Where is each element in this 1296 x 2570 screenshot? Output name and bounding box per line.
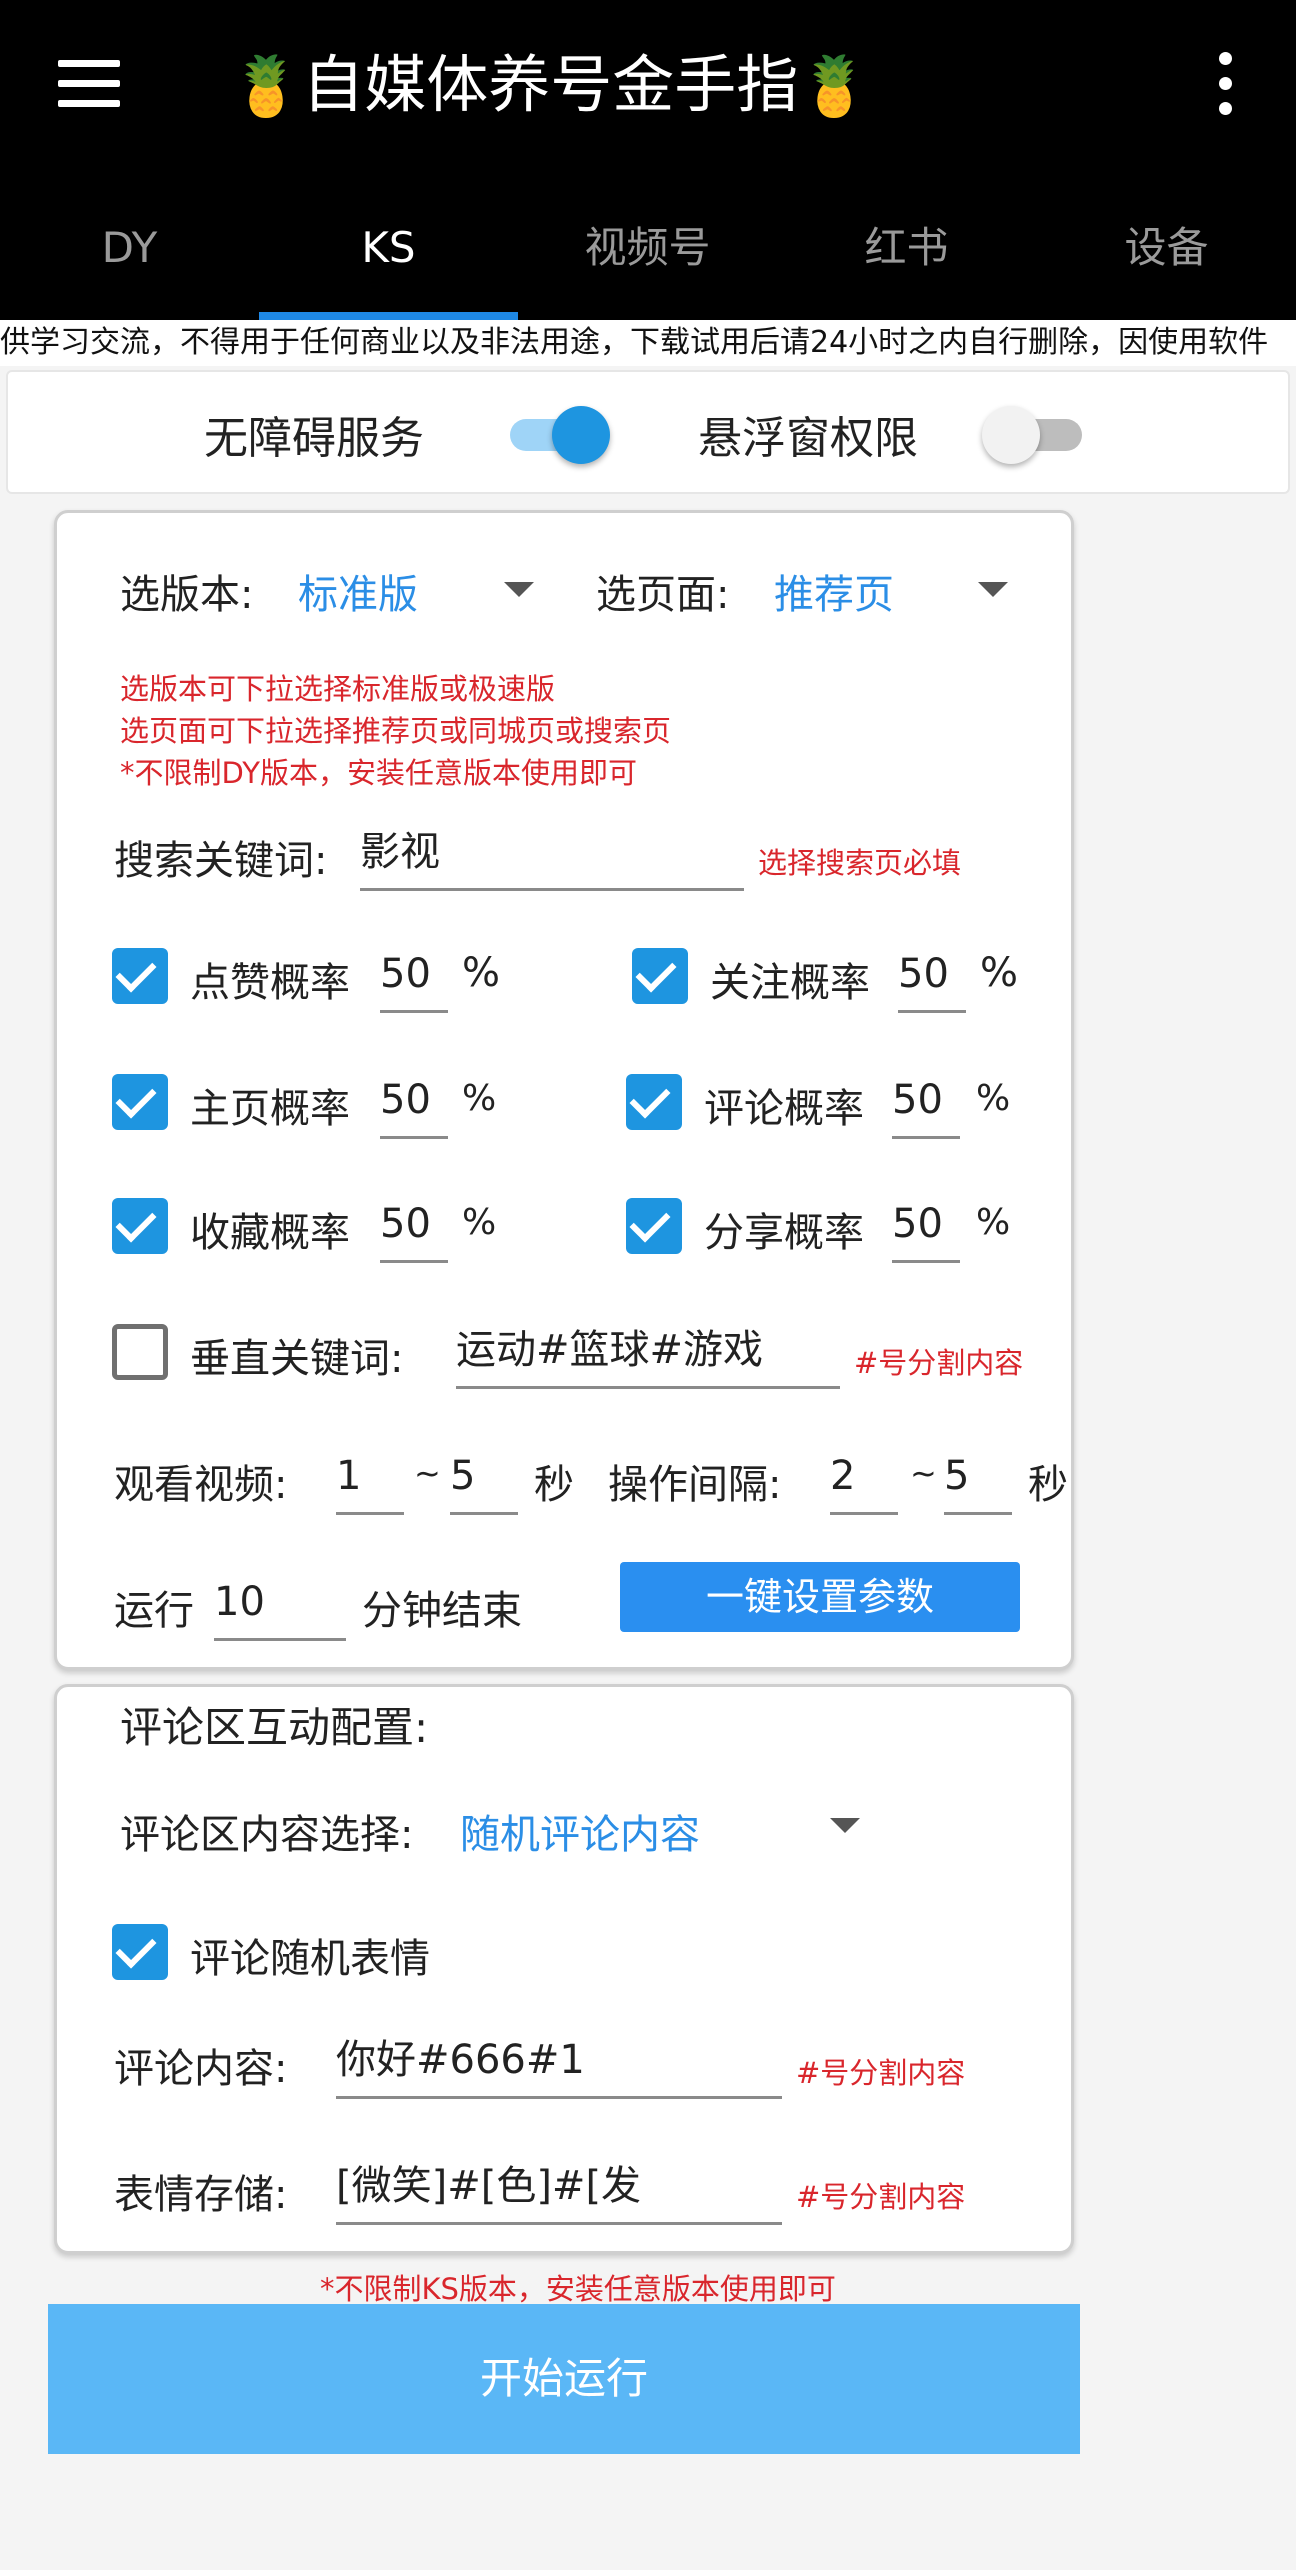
version-label: 选版本: [120,572,254,618]
watch-max-input[interactable]: 5 [450,1446,518,1515]
search-keyword-hint: 选择搜索页必填 [758,846,962,880]
percent-label: % [462,1202,497,1243]
note-dy-version: *不限制DY版本，安装任意版本使用即可 [120,756,637,790]
like-probability-label: 点赞概率 [190,960,350,1006]
page-label: 选页面: [596,572,730,618]
overlay-switch[interactable] [982,406,1086,464]
comment-probability-checkbox[interactable] [626,1074,682,1130]
pineapple-icon: 🍍 [230,52,303,120]
disclaimer-marquee: 供学习交流，不得用于任何商业以及非法用途，下载试用后请24小时之内自行删除，因使… [0,320,1296,366]
tab-video-account[interactable]: 视频号 [518,200,777,320]
interval-label: 操作间隔: [608,1462,782,1508]
tab-red-book[interactable]: 红书 [777,200,1036,320]
run-prefix-label: 运行 [114,1588,194,1634]
tilde-separator: ~ [414,1454,441,1492]
profile-probability-checkbox[interactable] [112,1074,168,1130]
tab-indicator [259,312,518,320]
search-keyword-label: 搜索关键词: [114,838,328,884]
random-emoji-checkbox[interactable] [112,1924,168,1980]
vertical-keyword-label: 垂直关键词: [190,1336,404,1382]
page-select[interactable]: 推荐页 [774,562,894,620]
like-probability-checkbox[interactable] [112,948,168,1004]
comment-content-input[interactable]: 你好#666#1 [336,2030,782,2099]
random-emoji-label: 评论随机表情 [190,1936,430,1982]
tab-device[interactable]: 设备 [1037,200,1296,320]
share-probability-checkbox[interactable] [626,1198,682,1254]
one-click-setup-button[interactable]: 一键设置参数 [620,1562,1020,1632]
emoji-storage-input[interactable]: [微笑]#[色]#[发 [336,2156,782,2225]
vertical-keyword-hint: #号分割内容 [854,1346,1024,1380]
comment-probability-input[interactable]: 50 [892,1070,960,1139]
emoji-storage-label: 表情存储: [114,2172,288,2218]
interval-min-input[interactable]: 2 [830,1446,898,1515]
interval-max-input[interactable]: 5 [944,1446,1012,1515]
ks-version-note: *不限制KS版本，安装任意版本使用即可 [320,2272,836,2306]
emoji-storage-hint: #号分割内容 [796,2180,966,2214]
follow-probability-checkbox[interactable] [632,948,688,1004]
percent-label: % [462,1078,497,1119]
tilde-separator: ~ [910,1454,937,1492]
search-keyword-input[interactable]: 影视 [360,822,744,891]
comment-probability-label: 评论概率 [704,1086,864,1132]
comment-content-select-label: 评论区内容选择: [120,1812,414,1858]
note-page: 选页面可下拉选择推荐页或同城页或搜索页 [120,714,672,748]
version-dropdown-icon[interactable] [504,582,534,597]
share-probability-label: 分享概率 [704,1210,864,1256]
page-dropdown-icon[interactable] [978,582,1008,597]
overlay-label: 悬浮窗权限 [698,413,918,464]
start-run-button[interactable]: 开始运行 [48,2304,1080,2454]
version-select[interactable]: 标准版 [298,562,418,620]
run-minutes-input[interactable]: 10 [214,1572,346,1641]
permissions-card: 无障碍服务 悬浮窗权限 [6,370,1290,494]
comment-content-dropdown-icon[interactable] [830,1818,860,1833]
watch-video-label: 观看视频: [114,1462,288,1508]
favorite-probability-label: 收藏概率 [190,1210,350,1256]
percent-label: % [462,950,501,996]
comment-content-select[interactable]: 随机评论内容 [460,1802,700,1860]
accessibility-label: 无障碍服务 [204,413,424,464]
app-title: 🍍自媒体养号金手指🍍 [230,40,930,130]
percent-label: % [980,950,1019,996]
app-bar: 🍍自媒体养号金手指🍍 DY KS 视频号 红书 设备 [0,0,1296,320]
watch-unit-label: 秒 [534,1462,574,1508]
percent-label: % [976,1202,1011,1243]
note-version: 选版本可下拉选择标准版或极速版 [120,672,556,706]
more-options-icon[interactable] [1210,52,1240,118]
vertical-keyword-checkbox[interactable] [112,1324,168,1380]
like-probability-input[interactable]: 50 [380,944,448,1013]
watch-min-input[interactable]: 1 [336,1446,404,1515]
comment-content-hint: #号分割内容 [796,2056,966,2090]
share-probability-input[interactable]: 50 [892,1194,960,1263]
follow-probability-label: 关注概率 [710,960,870,1006]
interval-unit-label: 秒 [1028,1462,1068,1508]
favorite-probability-checkbox[interactable] [112,1198,168,1254]
vertical-keyword-input[interactable]: 运动#篮球#游戏 [456,1320,840,1389]
tab-ks[interactable]: KS [259,200,518,320]
tab-dy[interactable]: DY [0,200,259,320]
menu-icon[interactable] [58,60,120,108]
percent-label: % [976,1078,1011,1119]
profile-probability-input[interactable]: 50 [380,1070,448,1139]
accessibility-switch[interactable] [506,406,610,464]
profile-probability-label: 主页概率 [190,1086,350,1132]
pineapple-icon: 🍍 [798,52,871,120]
follow-probability-input[interactable]: 50 [898,944,966,1013]
comment-section-title: 评论区互动配置: [120,1703,429,1752]
run-suffix-label: 分钟结束 [362,1588,522,1634]
favorite-probability-input[interactable]: 50 [380,1194,448,1263]
comment-content-label: 评论内容: [114,2046,288,2092]
